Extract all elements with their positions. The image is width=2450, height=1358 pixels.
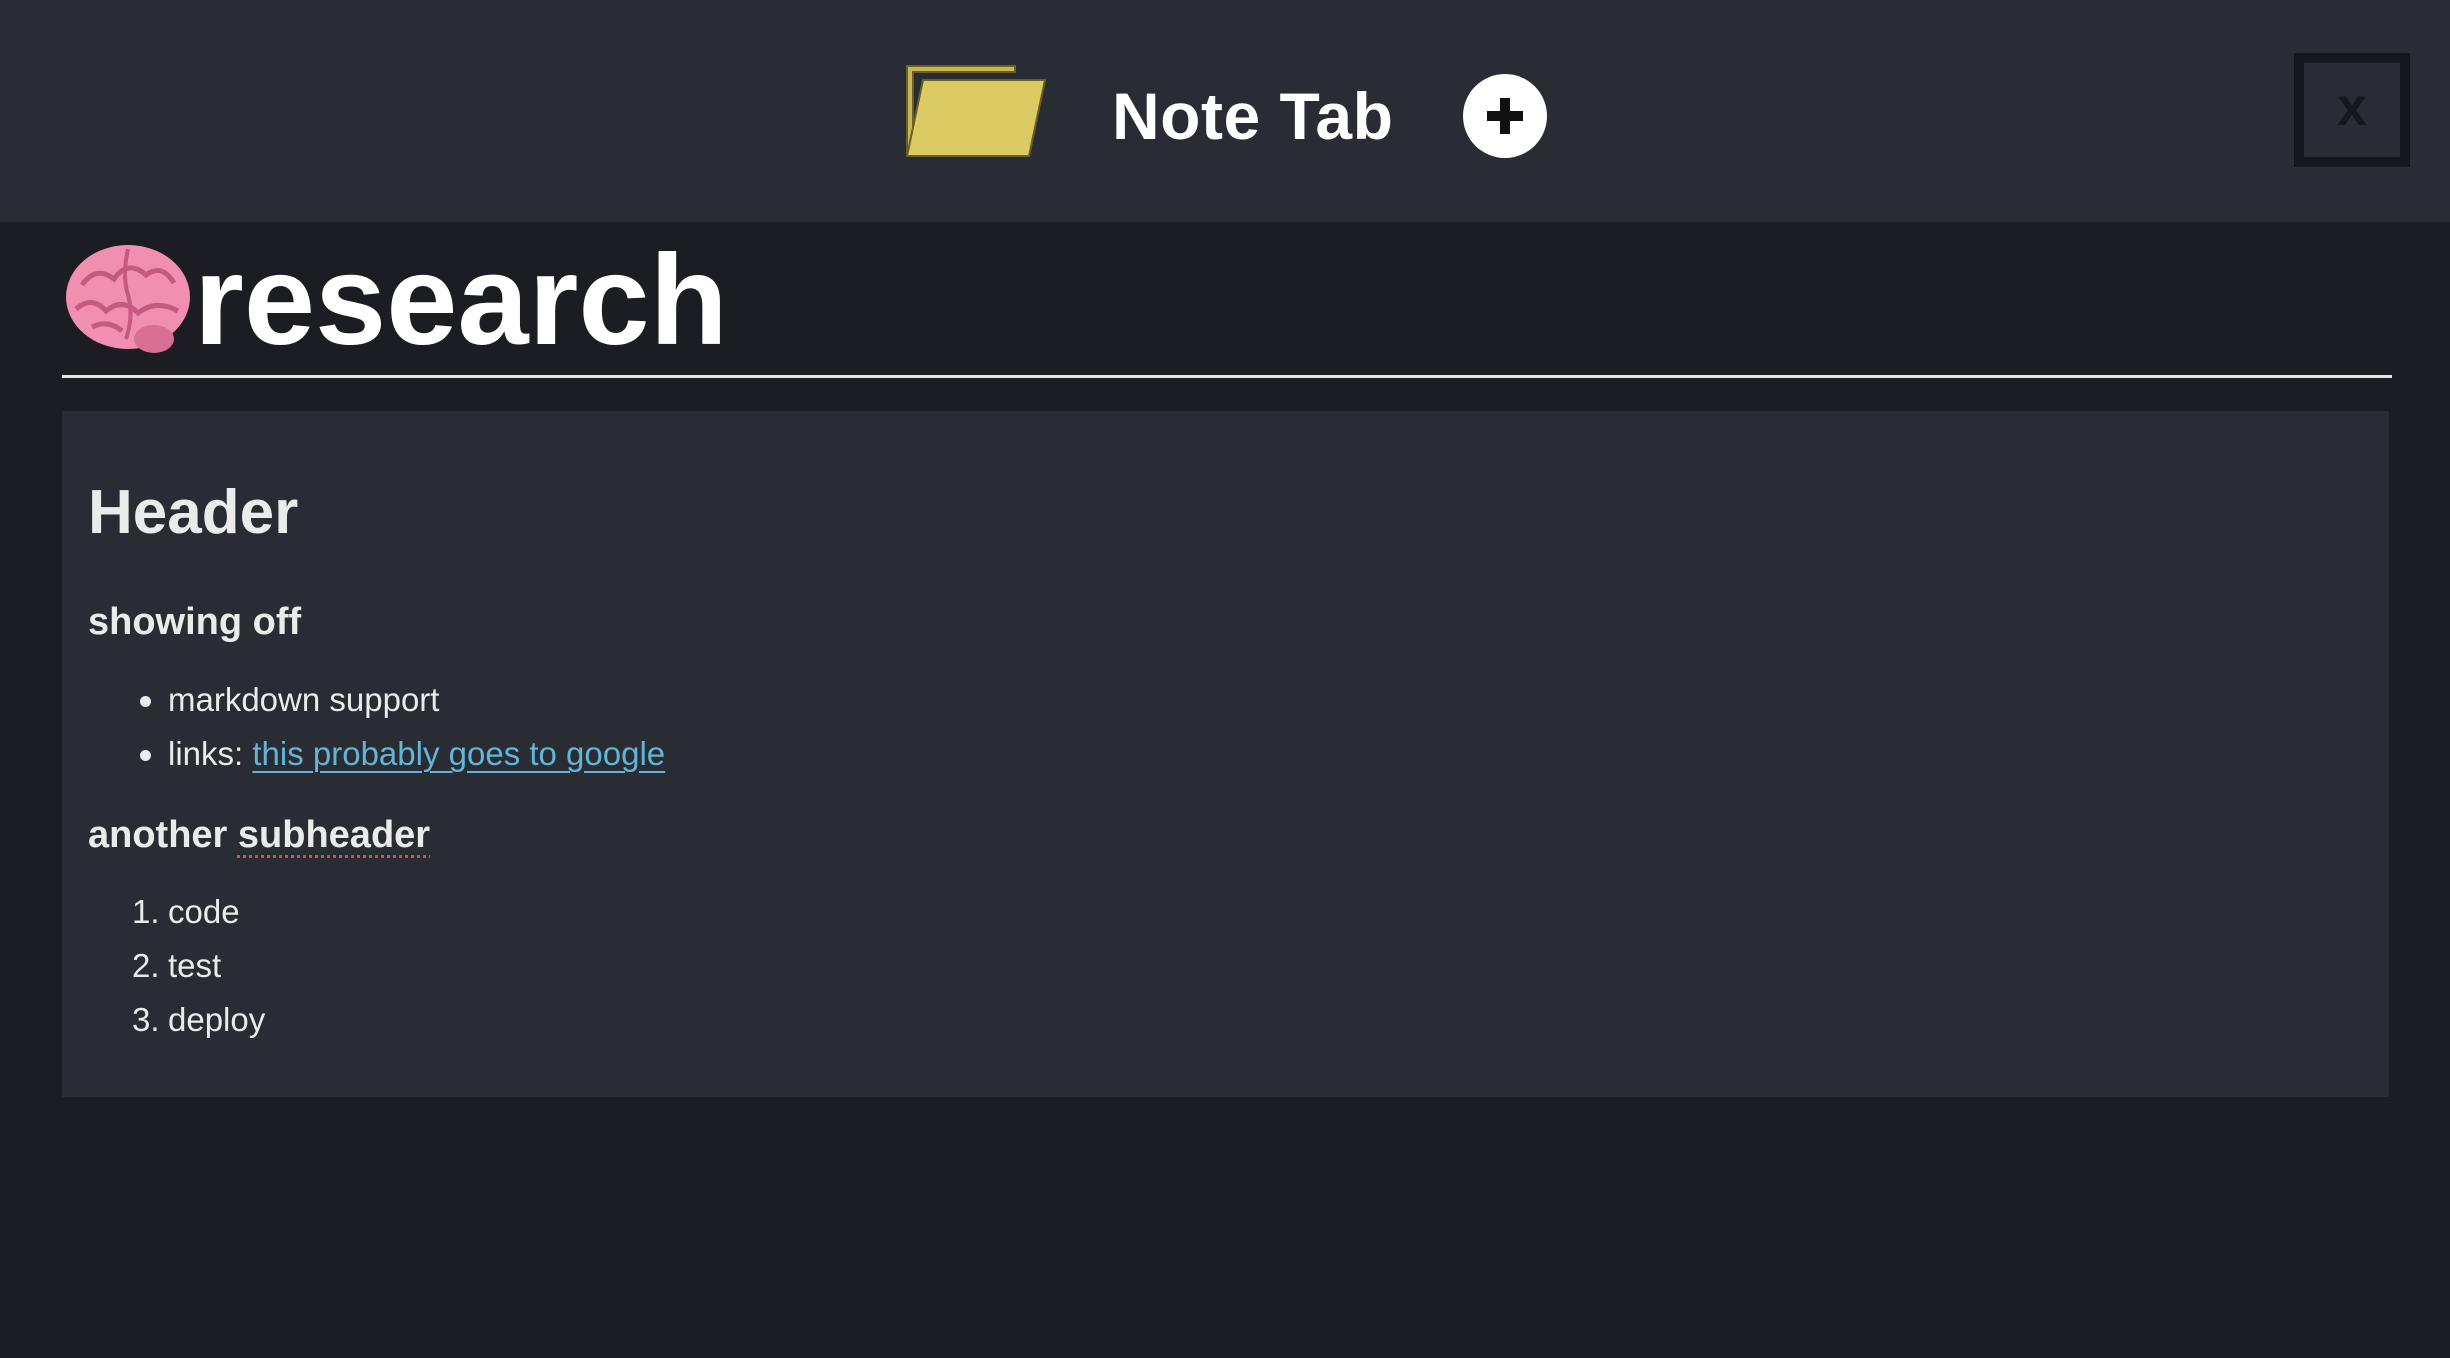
google-link[interactable]: this probably goes to google <box>252 735 665 772</box>
list-item-prefix: links: <box>168 735 253 772</box>
list-item: 2. test <box>62 939 265 993</box>
list-item-text: markdown support <box>168 681 440 718</box>
list-item-text: deploy <box>168 1001 266 1038</box>
subheader-part: another <box>88 814 238 856</box>
list-item: 3. deploy <box>62 993 265 1047</box>
note-content[interactable]: Header showing off markdown support link… <box>62 411 2389 1097</box>
list-number: 2. <box>132 947 160 984</box>
list-item: 1. code <box>62 885 265 939</box>
bullet-dot <box>140 696 151 707</box>
misspelled-word: subheader <box>237 814 431 856</box>
title-divider <box>62 375 2392 378</box>
list-item-text: code <box>168 893 240 930</box>
brain-icon <box>62 235 194 367</box>
subheader-showing-off: showing off <box>88 601 302 643</box>
close-button[interactable]: x <box>2294 53 2410 167</box>
note-title-text: research <box>194 229 728 372</box>
content-header: Header <box>88 478 299 547</box>
add-note-button[interactable] <box>1463 74 1547 158</box>
ordered-list: 1. code 2. test 3. deploy <box>62 885 265 1047</box>
list-item: markdown support <box>62 673 665 727</box>
list-item: links: this probably goes to google <box>62 727 665 781</box>
plus-icon <box>1487 98 1523 134</box>
list-number: 1. <box>132 893 160 930</box>
folder-icon[interactable] <box>905 62 1047 158</box>
app-title: Note Tab <box>1112 79 1394 153</box>
top-bar: Note Tab x <box>0 0 2450 222</box>
bullet-dot <box>140 750 151 761</box>
subheader-another: another subheader <box>88 814 430 857</box>
list-number: 3. <box>132 1001 160 1038</box>
note-title[interactable]: research <box>62 226 728 376</box>
bullet-list: markdown support links: this probably go… <box>62 673 665 781</box>
list-item-text: test <box>168 947 222 984</box>
